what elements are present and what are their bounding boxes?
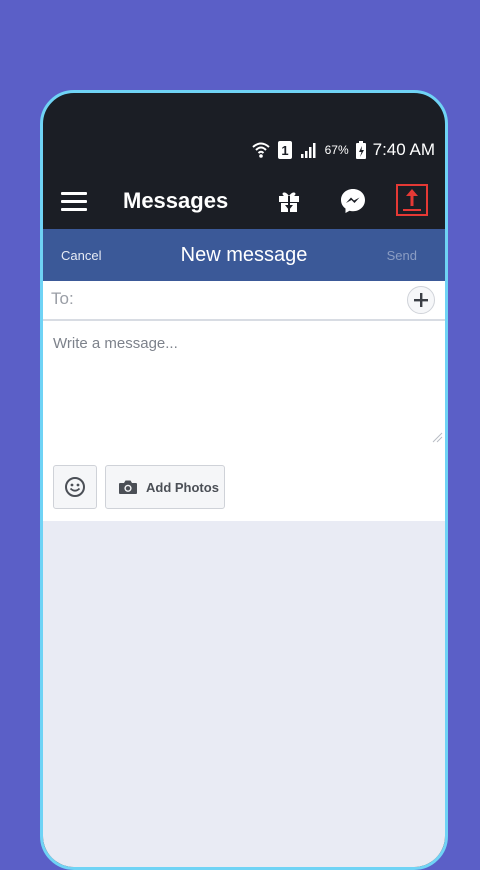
plus-icon	[414, 293, 428, 307]
menu-icon[interactable]	[61, 188, 87, 214]
empty-content-area	[43, 521, 445, 867]
upload-icon[interactable]	[395, 183, 429, 217]
message-input[interactable]	[43, 321, 445, 449]
status-bar: 1 67% 7:40 AM	[251, 135, 435, 165]
clock: 7:40 AM	[372, 140, 435, 159]
gift-icon[interactable]	[273, 185, 305, 217]
signal-icon	[299, 141, 319, 159]
smiley-icon	[65, 477, 85, 497]
sim-badge: 1	[281, 143, 288, 158]
wifi-icon	[251, 141, 271, 159]
compose-title: New message	[180, 243, 308, 266]
recipient-label: To:	[51, 289, 74, 308]
messenger-icon[interactable]	[337, 185, 369, 217]
battery-icon	[355, 140, 367, 160]
add-photos-button[interactable]: Add Photos	[105, 465, 225, 509]
recipient-field[interactable]: To:	[43, 281, 445, 321]
add-recipient-button[interactable]	[407, 286, 435, 314]
battery-percent: 67%	[324, 143, 349, 157]
screen: 1 67% 7:40 AM Messages Cancel New messag…	[43, 93, 445, 867]
emoji-button[interactable]	[53, 465, 97, 509]
resize-grip-icon[interactable]	[431, 431, 443, 443]
app-bar: Messages	[43, 173, 445, 229]
add-photos-label: Add Photos	[146, 479, 219, 495]
page-title: Messages	[123, 188, 229, 213]
send-button[interactable]: Send	[387, 248, 417, 263]
phone-frame: 1 67% 7:40 AM Messages Cancel New messag…	[40, 90, 448, 870]
message-area: Add Photos	[43, 321, 445, 521]
camera-icon	[119, 480, 137, 494]
compose-header: Cancel New message Send	[43, 229, 445, 281]
sim-icon: 1	[277, 140, 293, 160]
